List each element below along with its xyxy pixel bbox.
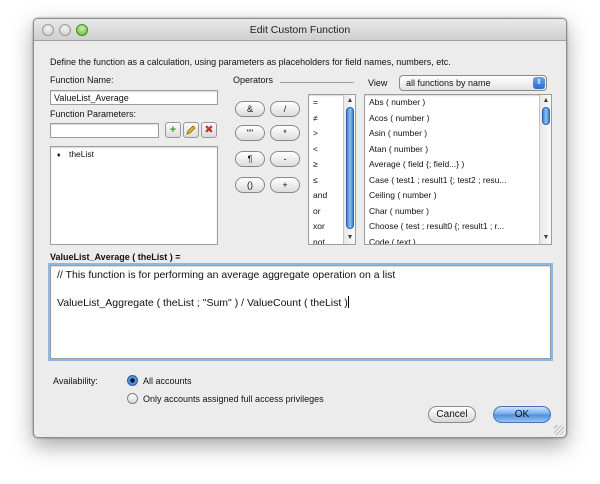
- resize-grip-icon[interactable]: [554, 425, 564, 435]
- list-item[interactable]: Average ( field {; field...} ): [365, 157, 551, 173]
- calculation-signature: ValueList_Average ( theList ) =: [50, 252, 181, 262]
- view-label: View: [368, 78, 388, 88]
- scroll-thumb[interactable]: [542, 107, 550, 125]
- scroll-up-arrow-icon[interactable]: ▲: [346, 97, 354, 105]
- operator-pilcrow-button[interactable]: ¶: [235, 151, 265, 167]
- calculation-line: // This function is for performing an av…: [57, 269, 396, 281]
- operator-minus-button[interactable]: -: [270, 151, 300, 167]
- operator-plus-button[interactable]: +: [270, 177, 300, 193]
- view-select-value: all functions by name: [406, 78, 491, 88]
- parameter-input[interactable]: [50, 123, 159, 138]
- list-item[interactable]: ♦ theList: [51, 147, 217, 163]
- cancel-button[interactable]: Cancel: [428, 406, 476, 423]
- list-item[interactable]: Atan ( number ): [365, 142, 551, 158]
- list-item[interactable]: Case ( test1 ; result1 {; test2 ; resu..…: [365, 173, 551, 189]
- scroll-down-arrow-icon[interactable]: ▼: [542, 234, 550, 242]
- calculation-line: [57, 282, 544, 296]
- list-item[interactable]: Asin ( number ): [365, 126, 551, 142]
- list-item[interactable]: Choose ( test ; result0 {; result1 ; r..…: [365, 219, 551, 235]
- plus-icon: +: [169, 124, 177, 136]
- full-access-label[interactable]: Only accounts assigned full access privi…: [143, 394, 324, 404]
- title-bar: Edit Custom Function: [34, 19, 566, 41]
- x-icon: ✖: [204, 124, 214, 136]
- list-item[interactable]: Ceiling ( number ): [365, 188, 551, 204]
- window-title: Edit Custom Function: [249, 24, 351, 36]
- all-accounts-label[interactable]: All accounts: [143, 376, 192, 386]
- scroll-down-arrow-icon[interactable]: ▼: [346, 234, 354, 242]
- function-parameters-label: Function Parameters:: [50, 109, 137, 119]
- updown-arrows-icon: ⇕: [533, 77, 545, 89]
- parameter-marker-icon: ♦: [57, 152, 61, 159]
- availability-label: Availability:: [53, 376, 98, 386]
- operators-label: Operators: [233, 75, 274, 85]
- list-item[interactable]: Code ( text ): [365, 235, 551, 245]
- full-access-radio[interactable]: [127, 393, 138, 404]
- operator-parentheses-button[interactable]: (): [235, 177, 265, 193]
- operator-quotes-button[interactable]: "": [235, 125, 265, 141]
- scroll-up-arrow-icon[interactable]: ▲: [542, 97, 550, 105]
- parameter-name: theList: [68, 149, 94, 159]
- functions-scrollbar[interactable]: ▲ ▼: [539, 95, 551, 244]
- operators-scrollbar[interactable]: ▲ ▼: [343, 95, 355, 244]
- ok-button[interactable]: OK: [493, 406, 551, 423]
- comparison-operators-list[interactable]: = ≠ > < ≥ ≤ and or xor not ▲ ▼: [308, 94, 356, 245]
- calculation-line-text: ValueList_Aggregate ( theList ; "Sum" ) …: [57, 297, 348, 309]
- calculation-line: ValueList_Aggregate ( theList ; "Sum" ) …: [57, 296, 544, 310]
- operator-multiply-button[interactable]: *: [270, 125, 300, 141]
- function-name-label: Function Name:: [50, 75, 114, 85]
- edit-parameter-button[interactable]: [183, 122, 199, 138]
- instructions-text: Define the function as a calculation, us…: [50, 57, 451, 67]
- list-item[interactable]: Acos ( number ): [365, 111, 551, 127]
- pencil-icon: [186, 125, 196, 135]
- add-parameter-button[interactable]: +: [165, 122, 181, 138]
- calculation-editor[interactable]: // This function is for performing an av…: [50, 265, 551, 359]
- view-select[interactable]: all functions by name ⇕: [399, 75, 547, 91]
- delete-parameter-button[interactable]: ✖: [201, 122, 217, 138]
- operator-ampersand-button[interactable]: &: [235, 101, 265, 117]
- parameters-list[interactable]: ♦ theList: [50, 146, 218, 245]
- functions-list[interactable]: Abs ( number ) Acos ( number ) Asin ( nu…: [364, 94, 552, 245]
- text-caret: [347, 296, 349, 308]
- scroll-thumb[interactable]: [346, 107, 354, 229]
- operator-divide-button[interactable]: /: [270, 101, 300, 117]
- list-item[interactable]: Abs ( number ): [365, 95, 551, 111]
- function-name-field[interactable]: ValueList_Average: [50, 90, 218, 105]
- operators-divider: [280, 82, 354, 83]
- edit-custom-function-dialog: Edit Custom Function Define the function…: [33, 18, 567, 438]
- list-item[interactable]: Char ( number ): [365, 204, 551, 220]
- all-accounts-radio[interactable]: [127, 375, 138, 386]
